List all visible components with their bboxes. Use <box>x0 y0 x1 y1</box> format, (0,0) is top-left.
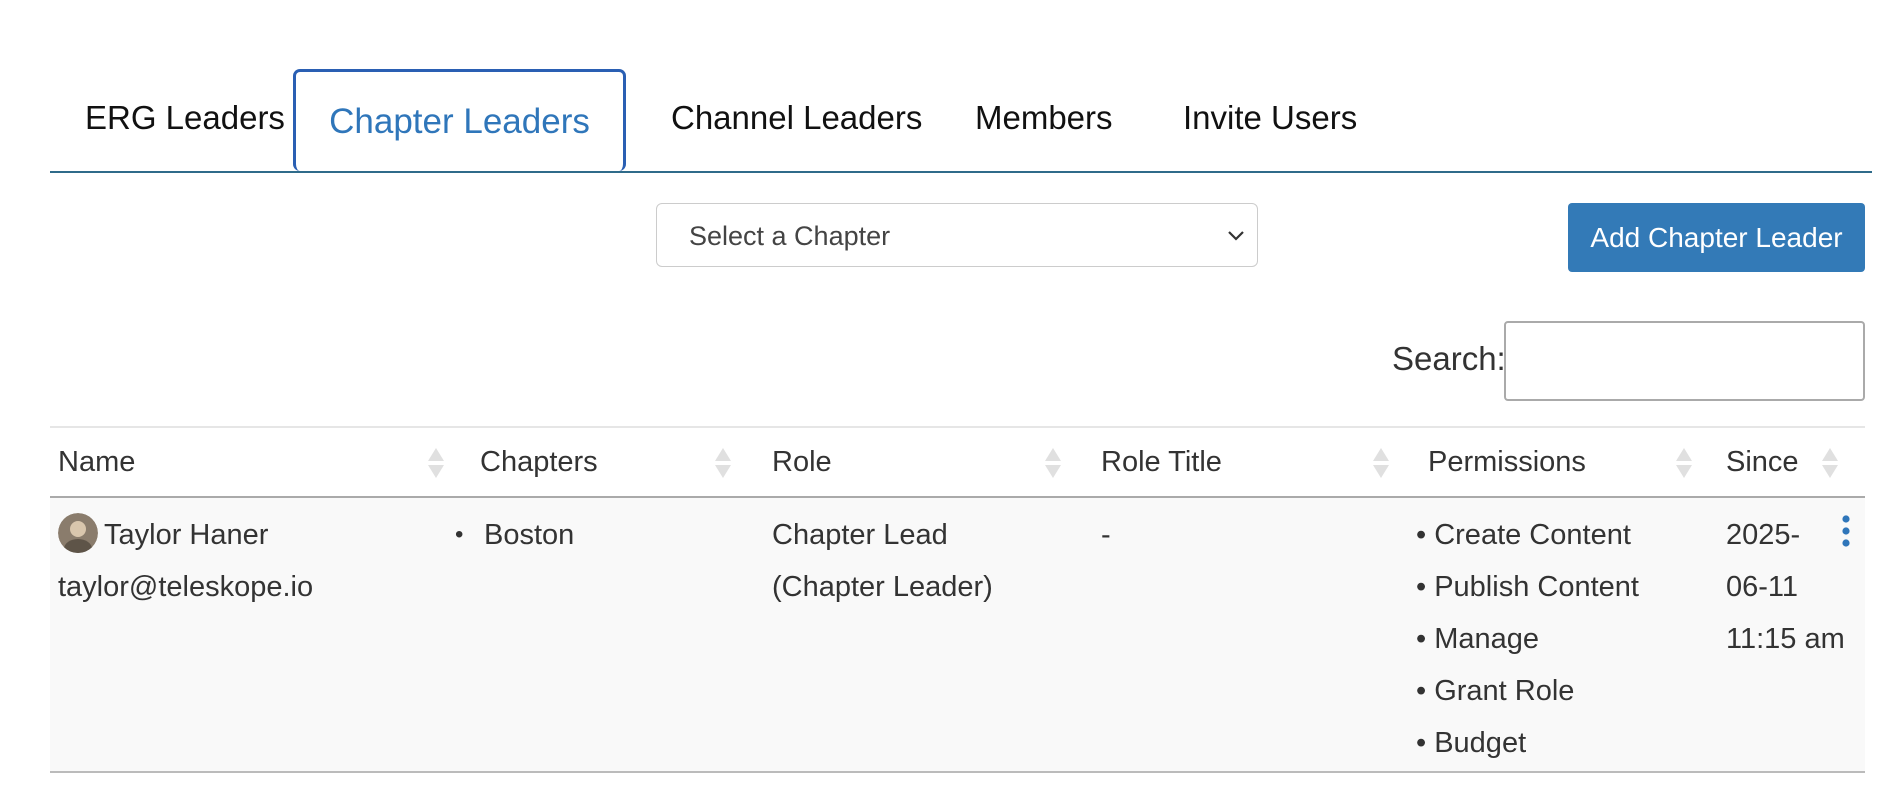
role-type: (Chapter Leader) <box>772 571 993 603</box>
chapter-select-value: Select a Chapter <box>689 221 891 251</box>
list-item: • Publish Content <box>1416 571 1639 603</box>
leader-email: taylor@teleskope.io <box>58 571 314 603</box>
search-label: Search: <box>1392 340 1506 377</box>
since-time: 11:15 am <box>1726 623 1845 655</box>
column-header-since[interactable]: Since <box>1726 428 1799 496</box>
list-item: • Budget <box>1416 727 1527 759</box>
sort-icon[interactable] <box>426 446 446 480</box>
chevron-down-icon <box>1228 231 1244 241</box>
column-header-name[interactable]: Name <box>58 428 135 496</box>
list-item: • Grant Role <box>1416 675 1575 707</box>
chapter-select[interactable]: Select a Chapter <box>656 203 1258 267</box>
tab-invite-users[interactable]: Invite Users <box>1183 68 1357 171</box>
page: ERG Leaders Chapter Leaders Channel Lead… <box>0 0 1898 786</box>
role-title: - <box>1101 519 1111 551</box>
since-date-part1: 2025- <box>1726 519 1801 551</box>
list-item: • Boston <box>455 519 575 551</box>
tab-channel-leaders[interactable]: Channel Leaders <box>671 68 922 171</box>
column-header-chapters[interactable]: Chapters <box>480 428 598 496</box>
table-row: Taylor Haner taylor@teleskope.io • Boston… <box>50 498 1865 773</box>
list-item: • Create Content <box>1416 519 1631 551</box>
sort-icon[interactable] <box>713 446 733 480</box>
chapters-list: • Boston <box>455 509 574 561</box>
avatar <box>58 513 98 553</box>
column-header-permissions[interactable]: Permissions <box>1428 428 1586 496</box>
tab-bar: ERG Leaders Chapter Leaders Channel Lead… <box>50 68 1872 173</box>
add-chapter-leader-button[interactable]: Add Chapter Leader <box>1568 203 1865 272</box>
permissions-list: • Create Content • Publish Content • Man… <box>1416 509 1639 769</box>
leader-name: Taylor Haner <box>104 519 269 551</box>
since-date-part2: 06-11 <box>1726 571 1799 603</box>
table-header: Name Chapters Role Role Title Permission… <box>50 428 1865 498</box>
role-name: Chapter Lead <box>772 519 948 551</box>
sort-icon[interactable] <box>1820 446 1840 480</box>
column-header-role[interactable]: Role <box>772 428 832 496</box>
list-item: • Manage <box>1416 623 1540 655</box>
search-input[interactable] <box>1504 321 1865 401</box>
sort-icon[interactable] <box>1674 446 1694 480</box>
tab-erg-leaders[interactable]: ERG Leaders <box>85 68 285 171</box>
column-header-role-title[interactable]: Role Title <box>1101 428 1222 496</box>
sort-icon[interactable] <box>1043 446 1063 480</box>
sort-icon[interactable] <box>1371 446 1391 480</box>
tab-members[interactable]: Members <box>975 68 1113 171</box>
tab-chapter-leaders[interactable]: Chapter Leaders <box>293 69 626 171</box>
kebab-menu-icon[interactable] <box>1840 514 1852 548</box>
